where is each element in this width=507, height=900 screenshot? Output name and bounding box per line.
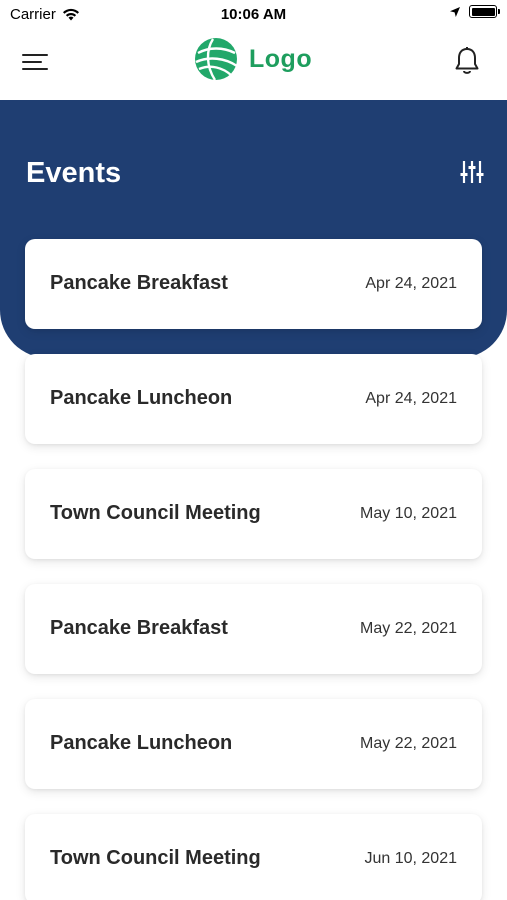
logo-globe-icon — [195, 38, 238, 81]
event-date: May 22, 2021 — [360, 620, 457, 637]
status-right — [449, 5, 500, 18]
status-bar: Carrier 10:06 AM — [0, 0, 507, 30]
location-arrow-icon — [450, 6, 460, 17]
event-card[interactable]: Pancake Breakfast May 22, 2021 — [25, 584, 482, 674]
event-name: Pancake Breakfast — [50, 272, 228, 294]
event-name: Pancake Breakfast — [50, 617, 228, 639]
battery-icon — [469, 5, 500, 18]
top-navigation: Logo — [0, 30, 507, 100]
event-card[interactable]: Town Council Meeting May 10, 2021 — [25, 469, 482, 559]
bell-icon[interactable] — [453, 46, 481, 76]
event-date: May 10, 2021 — [360, 505, 457, 522]
event-card[interactable]: Pancake Luncheon May 22, 2021 — [25, 699, 482, 789]
event-name: Pancake Luncheon — [50, 387, 233, 409]
app-logo: Logo — [193, 36, 312, 82]
event-date: Apr 24, 2021 — [365, 275, 457, 292]
page-title: Events — [26, 157, 122, 189]
event-name: Town Council Meeting — [50, 502, 261, 524]
event-date: May 22, 2021 — [360, 735, 457, 752]
event-date: Jun 10, 2021 — [364, 850, 457, 867]
sliders-icon[interactable] — [459, 158, 485, 186]
logo-text: Logo — [249, 44, 313, 73]
event-card[interactable]: Pancake Luncheon Apr 24, 2021 — [25, 354, 482, 444]
event-card[interactable]: Town Council Meeting Jun 10, 2021 — [25, 814, 482, 900]
status-time: 10:06 AM — [220, 6, 287, 23]
event-card[interactable]: Pancake Breakfast Apr 24, 2021 — [25, 239, 482, 329]
event-date: Apr 24, 2021 — [365, 390, 457, 407]
hamburger-menu-icon[interactable] — [22, 52, 48, 72]
event-name: Town Council Meeting — [50, 847, 261, 869]
event-name: Pancake Luncheon — [50, 732, 233, 754]
